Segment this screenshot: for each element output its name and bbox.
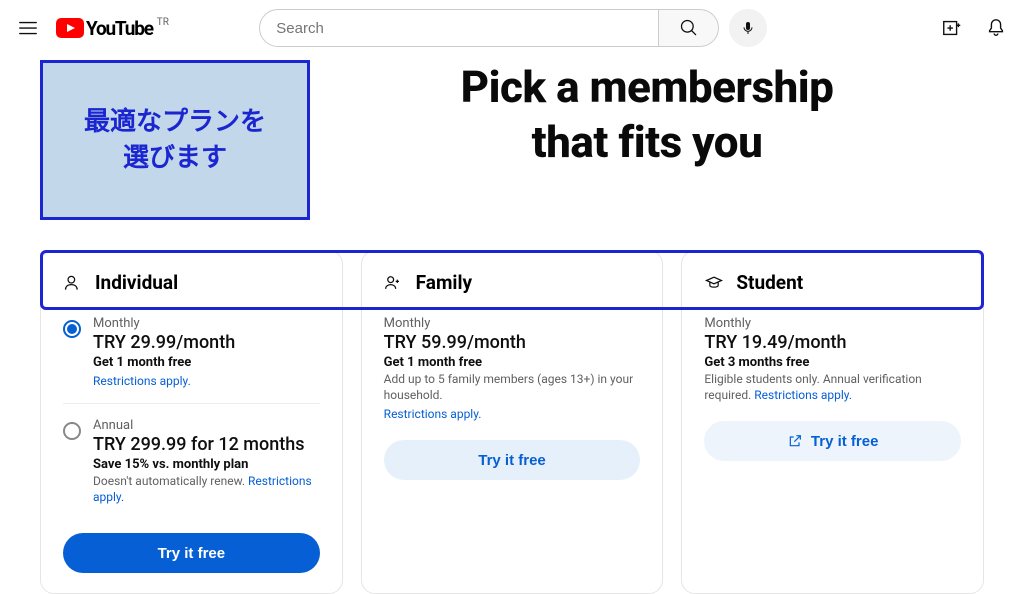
period-label: Monthly — [704, 316, 961, 331]
plan-header-individual: Individual — [63, 271, 320, 294]
promo-label: Save 15% vs. monthly plan — [93, 457, 320, 472]
period-label: Monthly — [93, 316, 320, 331]
hero-line-1: Pick a membership — [461, 61, 834, 113]
radio-monthly[interactable] — [63, 320, 81, 338]
person-icon — [63, 273, 83, 293]
logo-text: YouTube — [86, 17, 153, 40]
family-icon — [384, 273, 404, 293]
restrictions-link[interactable]: Restrictions apply. — [93, 374, 191, 388]
promo-label: Get 1 month free — [93, 355, 320, 370]
individual-annual-option[interactable]: Annual TRY 299.99 for 12 months Save 15%… — [63, 418, 320, 519]
voice-search-button[interactable] — [729, 9, 767, 47]
plan-title-family: Family — [416, 271, 472, 294]
topbar-actions — [940, 16, 1008, 40]
menu-icon[interactable] — [16, 16, 40, 40]
top-bar: YouTube TR — [0, 0, 1024, 56]
student-option: Monthly TRY 19.49/month Get 3 months fre… — [704, 316, 961, 403]
bell-icon — [985, 17, 1007, 39]
search-input[interactable] — [259, 9, 659, 47]
search-button[interactable] — [659, 9, 719, 47]
plan-individual: Individual Monthly TRY 29.99/month Get 1… — [40, 250, 343, 594]
plan-header-family: Family — [384, 271, 641, 294]
promo-label: Get 3 months free — [704, 355, 961, 370]
restrictions-link[interactable]: Restrictions apply. — [754, 388, 852, 402]
create-button[interactable] — [940, 16, 964, 40]
individual-monthly-option[interactable]: Monthly TRY 29.99/month Get 1 month free… — [63, 316, 320, 404]
microphone-icon — [740, 20, 756, 36]
family-option: Monthly TRY 59.99/month Get 1 month free… — [384, 316, 641, 422]
plan-student: Student Monthly TRY 19.49/month Get 3 mo… — [681, 250, 984, 594]
period-label: Monthly — [384, 316, 641, 331]
restrictions-link[interactable]: Restrictions apply. — [384, 407, 482, 421]
price-label: TRY 29.99/month — [93, 332, 320, 353]
radio-annual[interactable] — [63, 422, 81, 440]
plan-title-student: Student — [736, 271, 803, 294]
callout-text: 最適なプランを 選びます — [84, 104, 266, 177]
page-title: Pick a membership that fits you — [310, 60, 984, 170]
search-icon — [679, 18, 699, 38]
plan-family: Family Monthly TRY 59.99/month Get 1 mon… — [361, 250, 664, 594]
promo-label: Get 1 month free — [384, 355, 641, 370]
desc-label: Add up to 5 family members (ages 13+) in… — [384, 372, 641, 403]
region-label: TR — [157, 17, 169, 28]
price-label: TRY 299.99 for 12 months — [93, 434, 320, 455]
create-icon — [941, 17, 963, 39]
plan-header-student: Student — [704, 271, 961, 294]
graduation-cap-icon — [704, 273, 724, 293]
period-label: Annual — [93, 418, 320, 433]
callout-line-2: 選びます — [123, 143, 227, 173]
callout-line-1: 最適なプランを — [84, 107, 266, 137]
plan-title-individual: Individual — [95, 271, 178, 294]
cta-label: Try it free — [811, 433, 879, 450]
try-free-button-student[interactable]: Try it free — [704, 421, 961, 461]
open-external-icon — [787, 433, 803, 449]
plans-row: Individual Monthly TRY 29.99/month Get 1… — [0, 220, 1024, 594]
youtube-logo[interactable]: YouTube TR — [56, 17, 165, 40]
try-free-button-individual[interactable]: Try it free — [63, 533, 320, 573]
desc-label: Doesn't automatically renew. Restriction… — [93, 474, 320, 505]
desc-label: Eligible students only. Annual verificat… — [704, 372, 961, 403]
price-label: TRY 59.99/month — [384, 332, 641, 353]
try-free-button-family[interactable]: Try it free — [384, 440, 641, 480]
search-container — [243, 9, 783, 47]
hero-line-2: that fits you — [532, 116, 763, 168]
notifications-button[interactable] — [984, 16, 1008, 40]
price-label: TRY 19.49/month — [704, 332, 961, 353]
hero-section: 最適なプランを 選びます Pick a membership that fits… — [0, 60, 1024, 220]
callout-box: 最適なプランを 選びます — [40, 60, 310, 220]
